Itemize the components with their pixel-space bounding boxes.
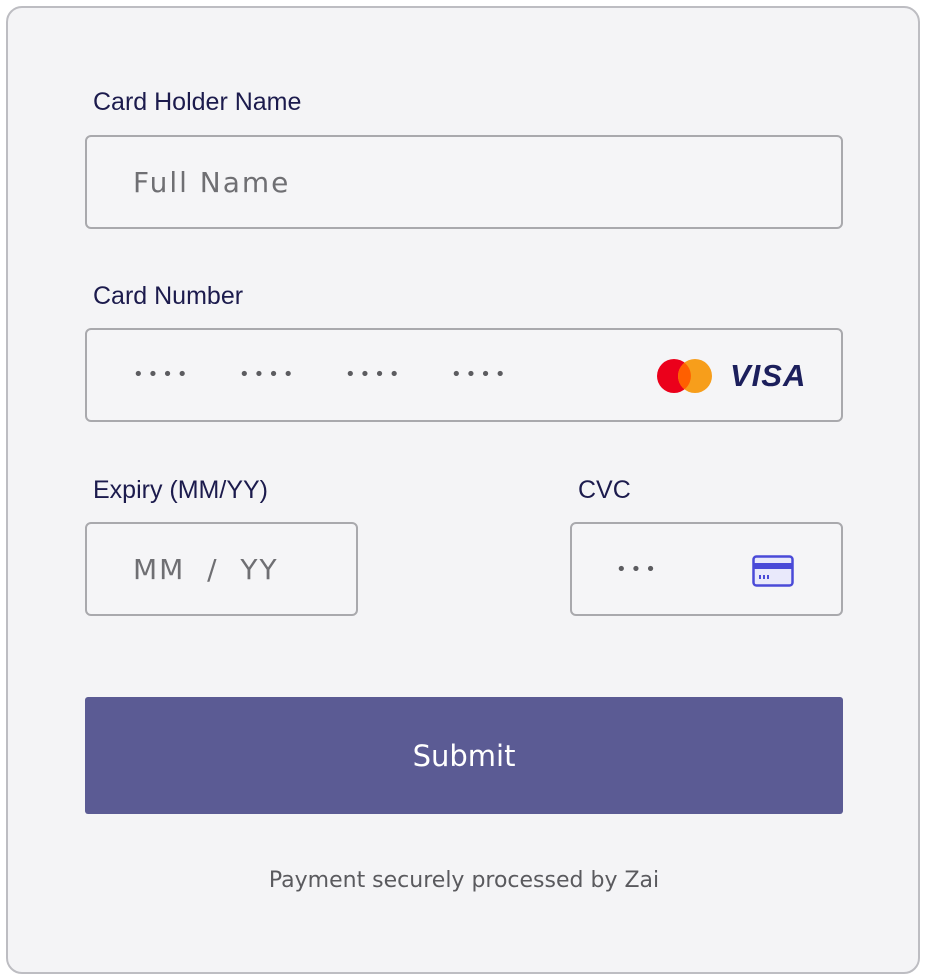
card-number-group-2: •••• [239, 364, 298, 385]
card-number-group-4: •••• [451, 364, 510, 385]
secure-payment-note: Payment securely processed by Zai [268, 868, 660, 893]
expiry-field-box [85, 522, 358, 616]
card-number-group-3: •••• [345, 364, 404, 385]
visa-logo: VISA [730, 358, 807, 393]
card-number-group-1: •••• [133, 364, 192, 385]
cvc-placeholder: ••• [616, 559, 660, 580]
expiry-input[interactable] [87, 524, 356, 614]
card-holder-label: Card Holder Name [93, 88, 302, 116]
card-number-label: Card Number [93, 282, 244, 310]
expiry-label: Expiry (MM/YY) [93, 476, 268, 504]
card-holder-field-box [85, 135, 843, 229]
mastercard-logo [657, 359, 712, 393]
card-holder-input[interactable] [87, 137, 841, 227]
card-back-icon [752, 555, 794, 587]
submit-button[interactable]: Submit [85, 697, 843, 814]
cvc-label: CVC [578, 476, 631, 504]
cvc-input[interactable]: ••• [570, 522, 843, 616]
